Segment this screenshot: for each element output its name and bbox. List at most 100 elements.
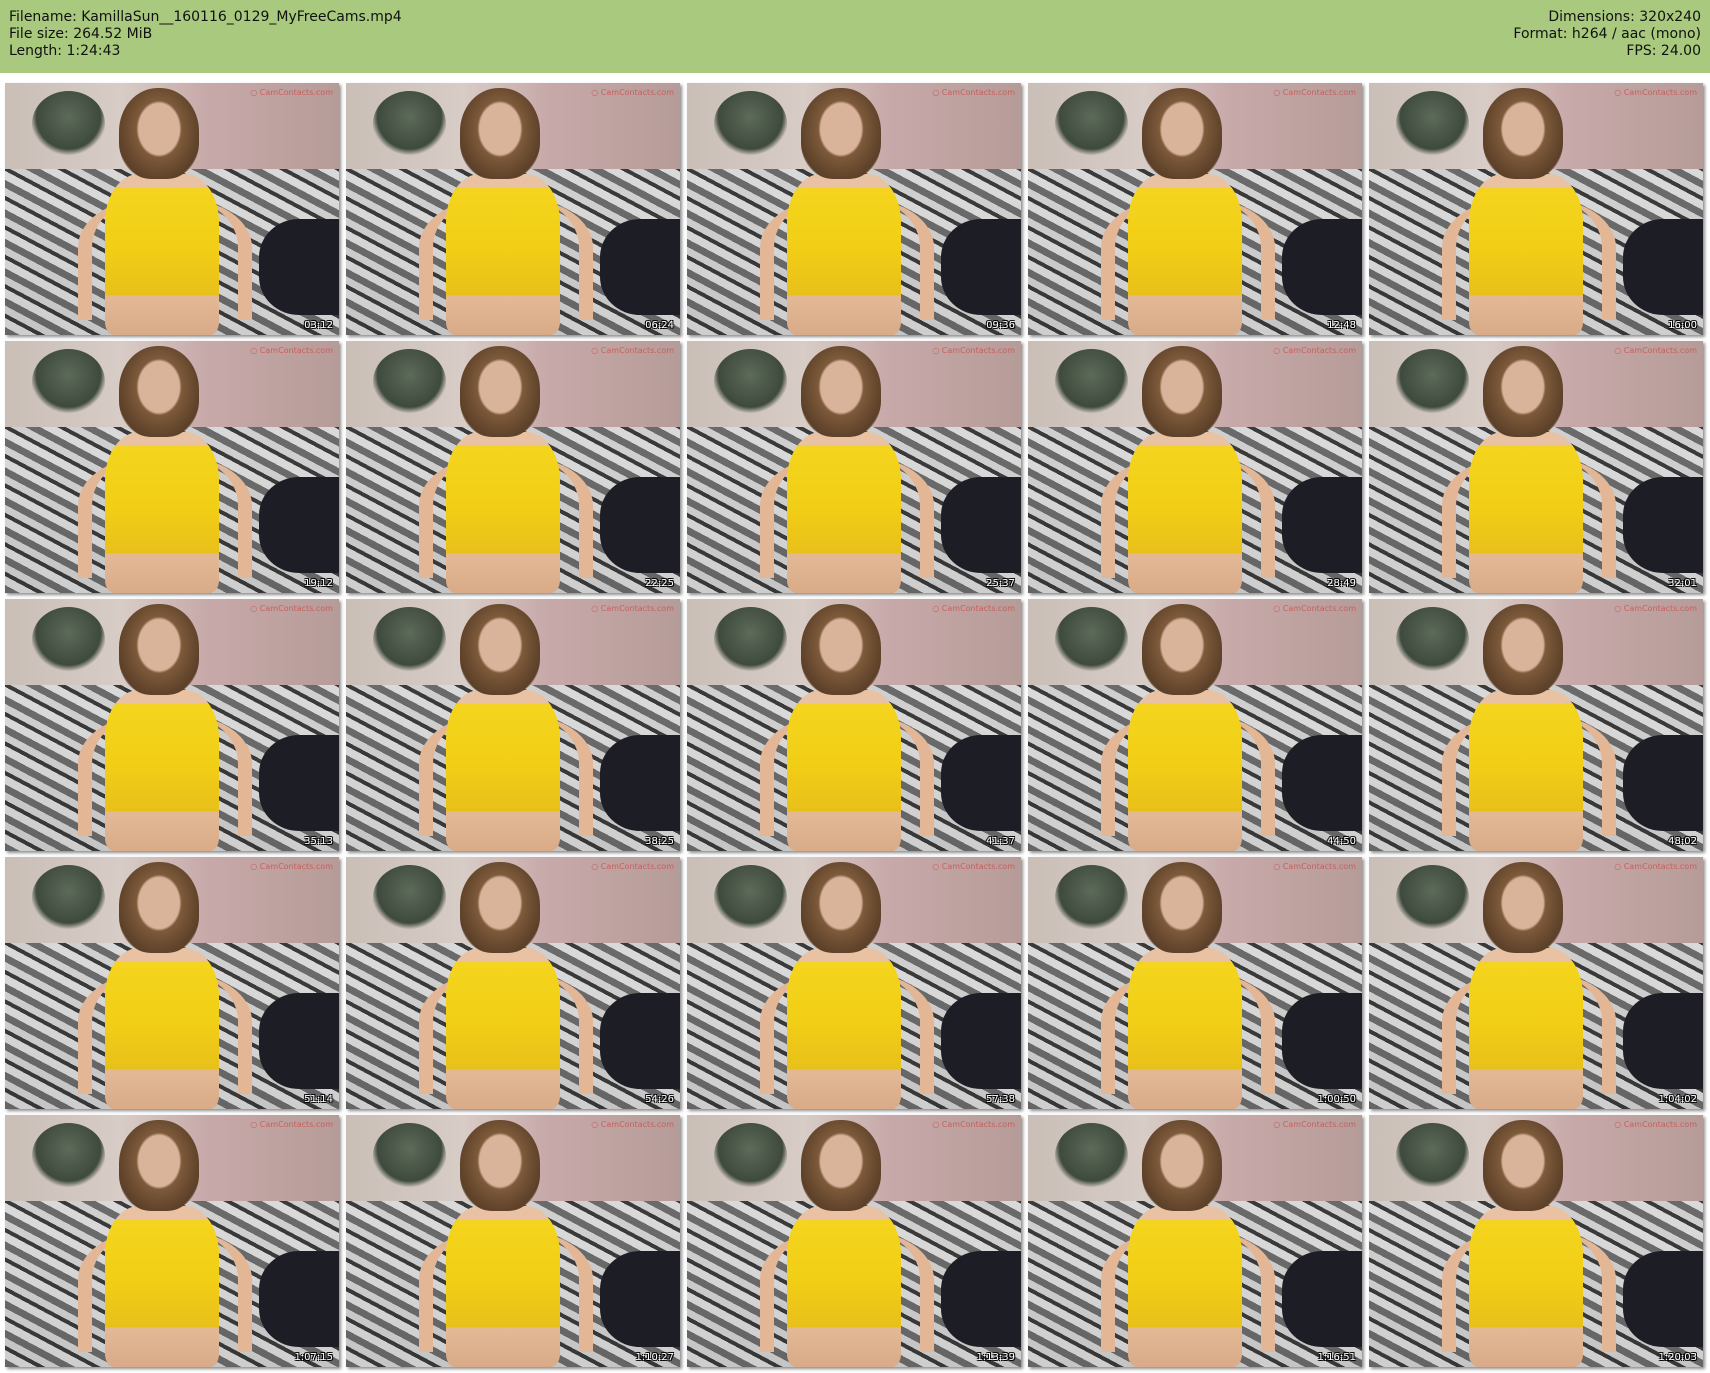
figure-body (1128, 431, 1242, 593)
video-thumbnail[interactable]: ○ CamContacts.com 1:16:51 (1028, 1115, 1362, 1367)
cushion (1281, 1251, 1362, 1347)
figure-head (1482, 862, 1563, 953)
timestamp-label: 1:16:51 (1317, 1352, 1356, 1363)
cushion (599, 219, 680, 315)
watermark-logo: ○ CamContacts.com (932, 1120, 1015, 1129)
figure-body (1469, 689, 1583, 851)
figure-body (787, 689, 901, 851)
plant-decoration (372, 90, 447, 157)
timestamp-label: 12:48 (1327, 320, 1356, 331)
plant-decoration (372, 864, 447, 931)
video-thumbnail[interactable]: ○ CamContacts.com 1:00:50 (1028, 857, 1362, 1109)
timestamp-label: 32:01 (1668, 578, 1697, 589)
watermark-logo: ○ CamContacts.com (1273, 88, 1356, 97)
video-thumbnail[interactable]: ○ CamContacts.com 54:26 (346, 857, 680, 1109)
video-thumbnail[interactable]: ○ CamContacts.com 1:10:27 (346, 1115, 680, 1367)
dimensions-line: Dimensions: 320x240 (1548, 9, 1701, 25)
watermark-logo: ○ CamContacts.com (591, 862, 674, 871)
timestamp-label: 48:02 (1668, 836, 1697, 847)
file-info-left: Filename: KamillaSun__160116_0129_MyFree… (9, 9, 402, 60)
cushion (599, 993, 680, 1089)
watermark-logo: ○ CamContacts.com (591, 88, 674, 97)
cushion (940, 735, 1021, 831)
video-thumbnail[interactable]: ○ CamContacts.com 25:37 (687, 341, 1021, 593)
cushion (258, 993, 339, 1089)
plant-decoration (1395, 348, 1470, 415)
watermark-logo: ○ CamContacts.com (1273, 346, 1356, 355)
fps-line: FPS: 24.00 (1626, 43, 1701, 59)
watermark-logo: ○ CamContacts.com (932, 88, 1015, 97)
figure-body (105, 173, 219, 335)
plant-decoration (713, 348, 788, 415)
timestamp-label: 41:37 (986, 836, 1015, 847)
video-thumbnail[interactable]: ○ CamContacts.com 1:04:02 (1369, 857, 1703, 1109)
video-thumbnail[interactable]: ○ CamContacts.com 57:38 (687, 857, 1021, 1109)
figure-head (1141, 346, 1222, 437)
watermark-logo: ○ CamContacts.com (1614, 1120, 1697, 1129)
watermark-logo: ○ CamContacts.com (1614, 862, 1697, 871)
video-thumbnail[interactable]: ○ CamContacts.com 1:20:03 (1369, 1115, 1703, 1367)
plant-decoration (372, 348, 447, 415)
timestamp-label: 1:10:27 (635, 1352, 674, 1363)
filesize-line: File size: 264.52 MiB (9, 26, 153, 42)
cushion (599, 477, 680, 573)
cushion (1622, 477, 1703, 573)
timestamp-label: 16:00 (1668, 320, 1697, 331)
figure-head (459, 88, 540, 179)
video-thumbnail[interactable]: ○ CamContacts.com 41:37 (687, 599, 1021, 851)
figure-head (459, 1120, 540, 1211)
video-thumbnail[interactable]: ○ CamContacts.com 22:25 (346, 341, 680, 593)
cushion (1622, 219, 1703, 315)
plant-decoration (1395, 864, 1470, 931)
figure-body (1128, 947, 1242, 1109)
plant-decoration (1054, 864, 1129, 931)
plant-decoration (372, 1122, 447, 1189)
video-thumbnail[interactable]: ○ CamContacts.com 51:14 (5, 857, 339, 1109)
figure-head (800, 862, 881, 953)
cushion (940, 219, 1021, 315)
figure-body (446, 689, 560, 851)
figure-body (1469, 1205, 1583, 1367)
video-thumbnail[interactable]: ○ CamContacts.com 28:49 (1028, 341, 1362, 593)
video-thumbnail[interactable]: ○ CamContacts.com 16:00 (1369, 83, 1703, 335)
video-thumbnail[interactable]: ○ CamContacts.com 38:25 (346, 599, 680, 851)
plant-decoration (1054, 348, 1129, 415)
video-thumbnail[interactable]: ○ CamContacts.com 44:50 (1028, 599, 1362, 851)
watermark-logo: ○ CamContacts.com (250, 346, 333, 355)
figure-body (105, 1205, 219, 1367)
video-thumbnail[interactable]: ○ CamContacts.com 32:01 (1369, 341, 1703, 593)
watermark-logo: ○ CamContacts.com (250, 604, 333, 613)
cushion (1281, 477, 1362, 573)
timestamp-label: 57:38 (986, 1094, 1015, 1105)
video-thumbnail[interactable]: ○ CamContacts.com 12:48 (1028, 83, 1362, 335)
timestamp-label: 19:12 (304, 578, 333, 589)
format-line: Format: h264 / aac (mono) (1513, 26, 1701, 42)
figure-head (459, 862, 540, 953)
watermark-logo: ○ CamContacts.com (250, 88, 333, 97)
video-thumbnail[interactable]: ○ CamContacts.com 1:13:39 (687, 1115, 1021, 1367)
plant-decoration (713, 1122, 788, 1189)
watermark-logo: ○ CamContacts.com (932, 862, 1015, 871)
plant-decoration (1395, 1122, 1470, 1189)
watermark-logo: ○ CamContacts.com (1614, 88, 1697, 97)
timestamp-label: 28:49 (1327, 578, 1356, 589)
video-thumbnail[interactable]: ○ CamContacts.com 06:24 (346, 83, 680, 335)
video-thumbnail[interactable]: ○ CamContacts.com 19:12 (5, 341, 339, 593)
plant-decoration (1395, 90, 1470, 157)
figure-body (105, 689, 219, 851)
figure-head (800, 604, 881, 695)
plant-decoration (1054, 1122, 1129, 1189)
video-thumbnail[interactable]: ○ CamContacts.com 03:12 (5, 83, 339, 335)
plant-decoration (1395, 606, 1470, 673)
plant-decoration (31, 90, 106, 157)
video-thumbnail[interactable]: ○ CamContacts.com 48:02 (1369, 599, 1703, 851)
cushion (1281, 219, 1362, 315)
video-thumbnail[interactable]: ○ CamContacts.com 09:36 (687, 83, 1021, 335)
timestamp-label: 44:50 (1327, 836, 1356, 847)
cushion (258, 219, 339, 315)
video-thumbnail[interactable]: ○ CamContacts.com 35:13 (5, 599, 339, 851)
figure-body (446, 173, 560, 335)
cushion (940, 477, 1021, 573)
figure-body (446, 1205, 560, 1367)
video-thumbnail[interactable]: ○ CamContacts.com 1:07:15 (5, 1115, 339, 1367)
